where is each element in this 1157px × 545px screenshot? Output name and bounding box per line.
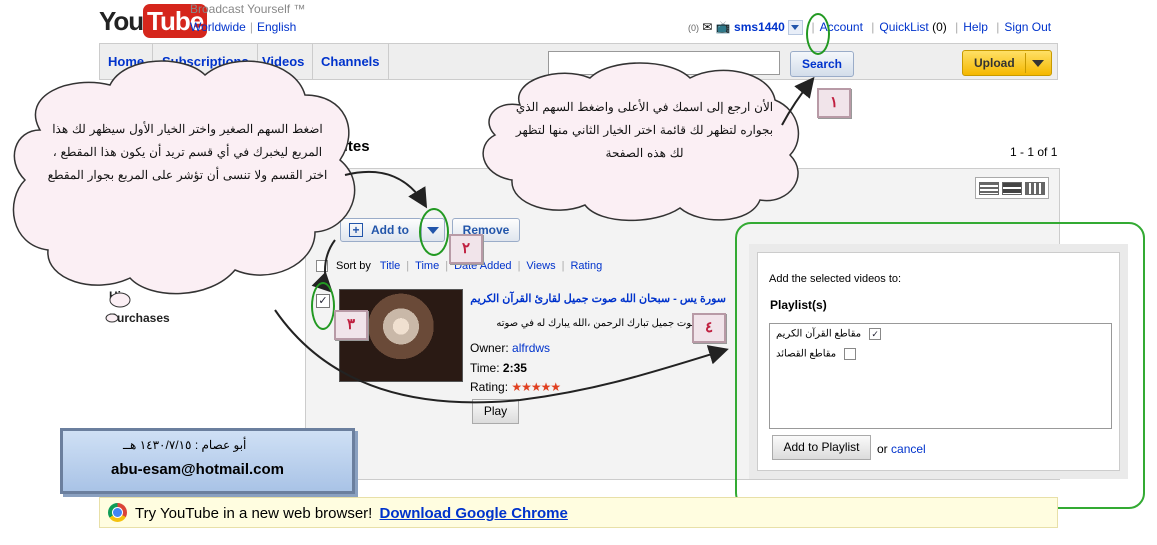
step-label-3: ٣ bbox=[334, 310, 368, 340]
step-label-4: ٤ bbox=[692, 313, 726, 343]
left-speech-cloud bbox=[12, 60, 356, 323]
step-label-2: ٢ bbox=[449, 234, 483, 264]
highlight-oval-addto-dropdown bbox=[419, 208, 449, 256]
left-cloud-text: اضغط السهم الصغير واختر الخيار الأول سيظ… bbox=[47, 122, 328, 182]
right-cloud-text: الأن ارجع إلى اسمك في الأعلى واضغط السهم… bbox=[515, 100, 774, 160]
highlight-oval-user-dropdown bbox=[806, 13, 830, 55]
step-label-1: ١ bbox=[817, 88, 851, 118]
highlight-oval-checkbox bbox=[311, 282, 335, 330]
annotation-overlay bbox=[12, 60, 815, 404]
